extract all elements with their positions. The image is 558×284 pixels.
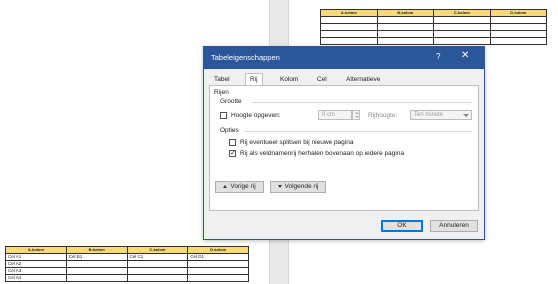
table-cell[interactable] [376, 37, 434, 45]
table-cell[interactable] [65, 274, 128, 282]
repeat-header-label: Rij als veldnamenrij herhalen bovenaan o… [240, 150, 405, 157]
previous-row-label: Vorige rij [230, 183, 256, 190]
previous-row-button[interactable]: Vorige rij [215, 181, 264, 193]
section-divider [244, 131, 472, 132]
ok-button[interactable]: OK [381, 220, 423, 232]
arrow-down-icon [277, 184, 282, 188]
table-header-cell[interactable]: A-kolom [320, 9, 378, 17]
table-cell[interactable] [433, 37, 491, 45]
table-header-cell[interactable]: B-kolom [376, 9, 434, 17]
arrow-up-icon [223, 184, 228, 188]
section-rows-label: Rijen [214, 89, 229, 96]
table-cell[interactable] [126, 260, 189, 268]
split-row-checkbox[interactable] [229, 139, 236, 146]
table-cell[interactable] [376, 23, 434, 31]
cell-text: Cel B1 [68, 254, 83, 260]
cell-text: Cel A4 [8, 275, 22, 281]
table-header-cell[interactable]: D-kolom [489, 9, 547, 17]
document-table-top[interactable]: A-kolom B-kolom C-kolom D-kolom [320, 9, 547, 45]
table-cell[interactable]: Cel A2 [5, 260, 67, 268]
height-input[interactable]: 0 cm [318, 110, 352, 120]
table-row: Cel A4 [5, 274, 249, 282]
table-cell[interactable] [65, 260, 128, 268]
dialog-title: Tabeleigenschappen [211, 53, 280, 62]
cell-text: Cel A1 [8, 254, 22, 260]
repeat-header-checkbox[interactable] [229, 149, 236, 157]
table-cell[interactable]: Cel D1 [187, 253, 249, 261]
help-button[interactable]: ? [436, 52, 440, 61]
table-cell[interactable]: Cel A3 [5, 267, 67, 275]
table-cell[interactable] [65, 267, 128, 275]
table-cell[interactable] [126, 274, 189, 282]
table-cell[interactable] [489, 16, 547, 24]
table-cell[interactable] [433, 23, 491, 31]
table-header-cell[interactable]: D-kolom [187, 246, 249, 254]
next-row-label: Volgende rij [284, 183, 319, 190]
table-cell[interactable] [187, 260, 249, 268]
section-size-label: Grootte [220, 98, 242, 105]
table-cell[interactable] [320, 30, 378, 38]
table-row: Cel A2 [5, 260, 249, 268]
table-row: Cel A3 [5, 267, 249, 275]
document-table-bottom[interactable]: A-kolom B-kolom C-kolom D-kolom Cel A1 C… [5, 246, 249, 282]
cell-text: Cel A3 [8, 268, 22, 274]
table-cell[interactable] [489, 37, 547, 45]
cell-text: Cel D1 [190, 254, 205, 260]
rowheight-value: Ten minste [414, 112, 444, 118]
table-header-cell[interactable]: C-kolom [433, 9, 491, 17]
table-cell[interactable] [320, 37, 378, 45]
table-cell[interactable]: Cel C1 [126, 253, 189, 261]
table-cell[interactable] [376, 30, 434, 38]
close-button[interactable]: ✕ [461, 50, 469, 61]
table-cell[interactable] [187, 267, 249, 275]
table-row [320, 37, 547, 45]
table-row [320, 30, 547, 38]
table-cell[interactable] [489, 30, 547, 38]
table-cell[interactable] [126, 267, 189, 275]
table-header-row: A-kolom B-kolom C-kolom D-kolom [320, 9, 547, 17]
table-header-cell[interactable]: B-kolom [65, 246, 128, 254]
cell-text: Cel C1 [129, 254, 144, 260]
cell-text: Cel A2 [8, 261, 22, 267]
height-spinner[interactable] [352, 110, 360, 120]
table-row [320, 23, 547, 31]
chevron-down-icon [462, 112, 470, 119]
height-label: Hoogte opgeven: [231, 112, 281, 119]
table-cell[interactable]: Cel A4 [5, 274, 67, 282]
table-cell[interactable]: Cel A1 [5, 253, 67, 261]
table-cell[interactable] [433, 16, 491, 24]
table-header-row: A-kolom B-kolom C-kolom D-kolom [5, 246, 249, 254]
height-checkbox[interactable] [220, 112, 227, 119]
table-cell[interactable] [489, 23, 547, 31]
tab-panel-rij: Rijen Grootte Hoogte opgeven: 0 cm Rijho… [209, 85, 479, 211]
table-cell[interactable] [187, 274, 249, 282]
next-row-button[interactable]: Volgende rij [270, 181, 326, 193]
table-row: Cel A1 Cel B1 Cel C1 Cel D1 [5, 253, 249, 261]
table-cell[interactable] [320, 16, 378, 24]
table-header-cell[interactable]: A-kolom [5, 246, 67, 254]
rowheight-label: Rijhoogte: [368, 112, 398, 119]
cancel-button[interactable]: Annuleren [430, 220, 478, 232]
table-header-cell[interactable]: C-kolom [126, 246, 189, 254]
dialog-titlebar[interactable]: Tabeleigenschappen ? ✕ [204, 47, 484, 69]
section-divider [252, 102, 472, 103]
table-cell[interactable]: Cel B1 [65, 253, 128, 261]
table-properties-dialog: Tabeleigenschappen ? ✕ Tabel Rij Kolom C… [203, 46, 485, 240]
table-row [320, 16, 547, 24]
table-cell[interactable] [433, 30, 491, 38]
table-cell[interactable] [320, 23, 378, 31]
table-cell[interactable] [376, 16, 434, 24]
section-options-label: Opties [220, 127, 239, 134]
split-row-label: Rij eventueel splitsen bij nieuwe pagina [240, 139, 354, 146]
rowheight-select[interactable]: Ten minste [410, 110, 472, 120]
